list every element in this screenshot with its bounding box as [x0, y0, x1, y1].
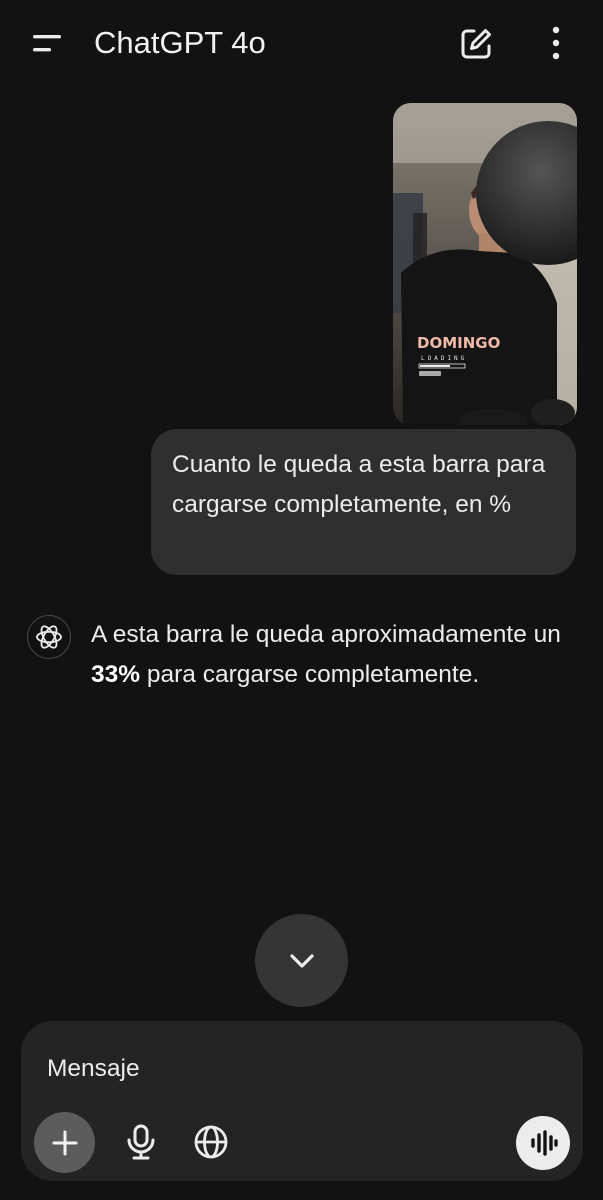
chevron-down-icon: [289, 953, 314, 968]
chat-screen: ChatGPT 4o DOMINGO LOADING Cuanto le que…: [0, 0, 603, 1200]
assistant-avatar: [27, 615, 71, 659]
shirt-print-subtitle: LOADING: [421, 355, 467, 362]
assistant-message-text: A esta barra le queda aproximadamente un: [91, 621, 561, 648]
assistant-message: A esta barra le queda aproximadamente un…: [91, 615, 581, 695]
menu-button[interactable]: [26, 26, 68, 62]
message-composer: [21, 1021, 583, 1181]
more-vertical-icon: [552, 26, 560, 60]
web-search-button[interactable]: [189, 1120, 233, 1164]
openai-logo-icon: [36, 625, 62, 649]
gym-photo-image: DOMINGO LOADING: [393, 103, 577, 425]
microphone-icon: [127, 1124, 155, 1160]
user-image-attachment[interactable]: DOMINGO LOADING: [393, 103, 577, 425]
top-bar: ChatGPT 4o: [0, 0, 603, 86]
user-message-text: Cuanto le queda a esta barra para cargar…: [172, 451, 546, 518]
scroll-to-bottom-button[interactable]: [255, 914, 348, 1007]
shirt-print-title: DOMINGO: [417, 334, 500, 352]
dictation-button[interactable]: [119, 1120, 163, 1164]
voice-mode-button[interactable]: [516, 1116, 570, 1170]
user-message-bubble: Cuanto le queda a esta barra para cargar…: [151, 429, 576, 575]
assistant-message-text-end: para cargarse completamente.: [140, 661, 480, 688]
attach-button[interactable]: [34, 1112, 95, 1173]
new-chat-button[interactable]: [456, 24, 496, 64]
assistant-message-percentage: 33%: [91, 661, 141, 688]
globe-icon: [194, 1125, 228, 1159]
voice-waveform-icon: [531, 1130, 558, 1156]
model-title[interactable]: ChatGPT 4o: [94, 24, 266, 62]
more-options-button[interactable]: [536, 22, 576, 66]
plus-icon: [52, 1130, 77, 1155]
edit-icon: [461, 29, 491, 59]
menu-icon: [33, 35, 61, 52]
message-input[interactable]: [47, 1049, 547, 1089]
